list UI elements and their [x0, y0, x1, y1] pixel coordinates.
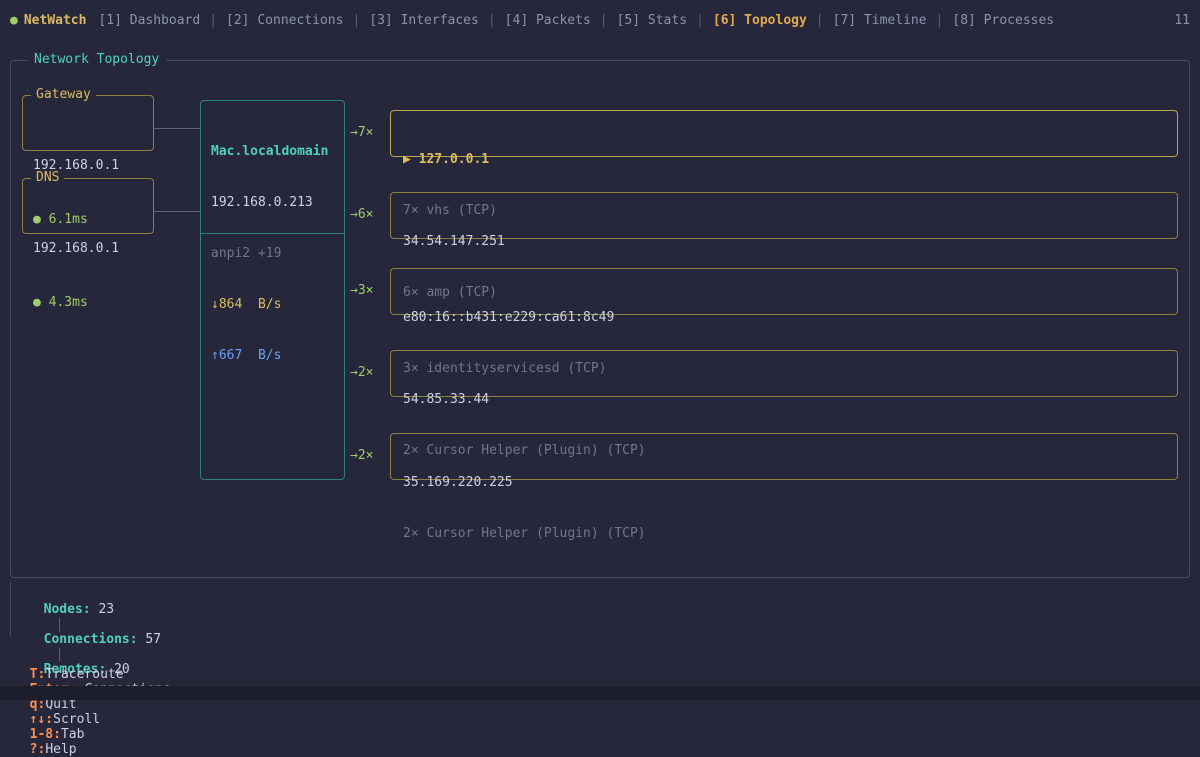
help-key: 1-8:: [30, 727, 61, 742]
remote-node-card[interactable]: 35.169.220.225 2× Cursor Helper (Plugin)…: [390, 433, 1178, 480]
tab-dashboard[interactable]: [1] Dashboard: [98, 13, 200, 28]
help-help: ?:Help: [30, 742, 77, 757]
help-action: Tab: [61, 727, 84, 742]
help-key: ?:: [30, 742, 46, 757]
help-action: Scroll: [53, 712, 100, 727]
dns-node-card: DNS 192.168.0.1 ● 4.3ms: [22, 178, 154, 234]
remote-ip: 35.169.220.225: [403, 474, 1165, 491]
tab-overflow-count: 11: [1174, 13, 1190, 28]
gateway-connector-line: [154, 128, 200, 129]
remote-ip: 54.85.33.44: [403, 391, 1165, 408]
tab-packets[interactable]: [4] Packets: [505, 13, 591, 28]
host-divider: [201, 233, 344, 234]
remote-ip: 34.54.147.251: [403, 233, 1165, 250]
remote-ip-text: 127.0.0.1: [419, 152, 489, 167]
nodes-label: Nodes:: [44, 602, 91, 617]
tab-separator: |: [209, 13, 217, 28]
nodes-count: 23: [98, 602, 114, 617]
remote-detail: 2× Cursor Helper (Plugin) (TCP): [403, 525, 1165, 542]
tab-topology-active[interactable]: [6] Topology: [713, 13, 807, 28]
help-traceroute: T:Traceroute: [30, 667, 124, 682]
help-key: ↑↓:: [30, 712, 53, 727]
tab-separator: |: [488, 13, 496, 28]
connection-arrow: →2×: [350, 448, 388, 463]
bottom-strip: [0, 686, 1200, 700]
connections-label: Connections:: [44, 632, 138, 647]
help-key: T:: [30, 667, 46, 682]
gateway-node-card: Gateway 192.168.0.1 ● 6.1ms: [22, 95, 154, 151]
app-status-icon: ●: [10, 13, 18, 28]
tab-separator: |: [352, 13, 360, 28]
connection-arrow: →7×: [350, 125, 388, 140]
dns-ip: 192.168.0.1: [33, 240, 143, 258]
top-bar: ● NetWatch [1] Dashboard | [2] Connectio…: [0, 0, 1200, 40]
dns-label: DNS: [31, 169, 64, 187]
tab-separator: |: [816, 13, 824, 28]
panel-title: Network Topology: [27, 52, 166, 67]
tab-separator: |: [600, 13, 608, 28]
local-host-card: Mac.localdomain 192.168.0.213 anpi2 +19 …: [200, 100, 345, 480]
host-name: Mac.localdomain: [211, 143, 334, 160]
help-scroll: ↑↓:Scroll: [30, 712, 100, 727]
host-upload-rate: ↑667 B/s: [211, 347, 334, 364]
app-title: NetWatch: [24, 13, 87, 28]
status-panel: [10, 582, 1190, 637]
dns-latency: ● 4.3ms: [33, 294, 143, 312]
remote-node-card[interactable]: 54.85.33.44 2× Cursor Helper (Plugin) (T…: [390, 350, 1178, 397]
host-download-rate: ↓864 B/s: [211, 296, 334, 313]
tab-processes[interactable]: [8] Processes: [952, 13, 1054, 28]
remote-ip: ▶ 127.0.0.1: [403, 151, 1165, 168]
tab-separator: |: [696, 13, 704, 28]
host-interface: anpi2 +19: [211, 245, 334, 262]
status-separator: |: [56, 617, 64, 632]
remote-node-card-selected[interactable]: ▶ 127.0.0.1 7× vhs (TCP): [390, 110, 1178, 157]
tab-separator: |: [936, 13, 944, 28]
help-action: Help: [45, 742, 76, 757]
connection-arrow: →2×: [350, 365, 388, 380]
remote-node-card[interactable]: e80:16::b431:e229:ca61:8c49 3× identitys…: [390, 268, 1178, 315]
host-ip: 192.168.0.213: [211, 194, 334, 211]
remote-node-card[interactable]: 34.54.147.251 6× amp (TCP): [390, 192, 1178, 239]
remote-ip: e80:16::b431:e229:ca61:8c49: [403, 309, 1165, 326]
help-tab: 1-8:Tab: [30, 727, 85, 742]
tab-stats[interactable]: [5] Stats: [617, 13, 687, 28]
tab-interfaces[interactable]: [3] Interfaces: [369, 13, 479, 28]
gateway-label: Gateway: [31, 86, 96, 104]
dns-connector-line: [154, 211, 200, 212]
help-action: Traceroute: [45, 667, 123, 682]
connection-arrow: →3×: [350, 283, 388, 298]
connections-count: 57: [145, 632, 161, 647]
connection-arrow: →6×: [350, 207, 388, 222]
tab-connections[interactable]: [2] Connections: [226, 13, 343, 28]
tab-timeline[interactable]: [7] Timeline: [833, 13, 927, 28]
help-bar: T:Traceroute Enter:→Connections q:Quit ↑…: [14, 652, 191, 757]
selection-marker-icon: ▶: [403, 152, 419, 167]
